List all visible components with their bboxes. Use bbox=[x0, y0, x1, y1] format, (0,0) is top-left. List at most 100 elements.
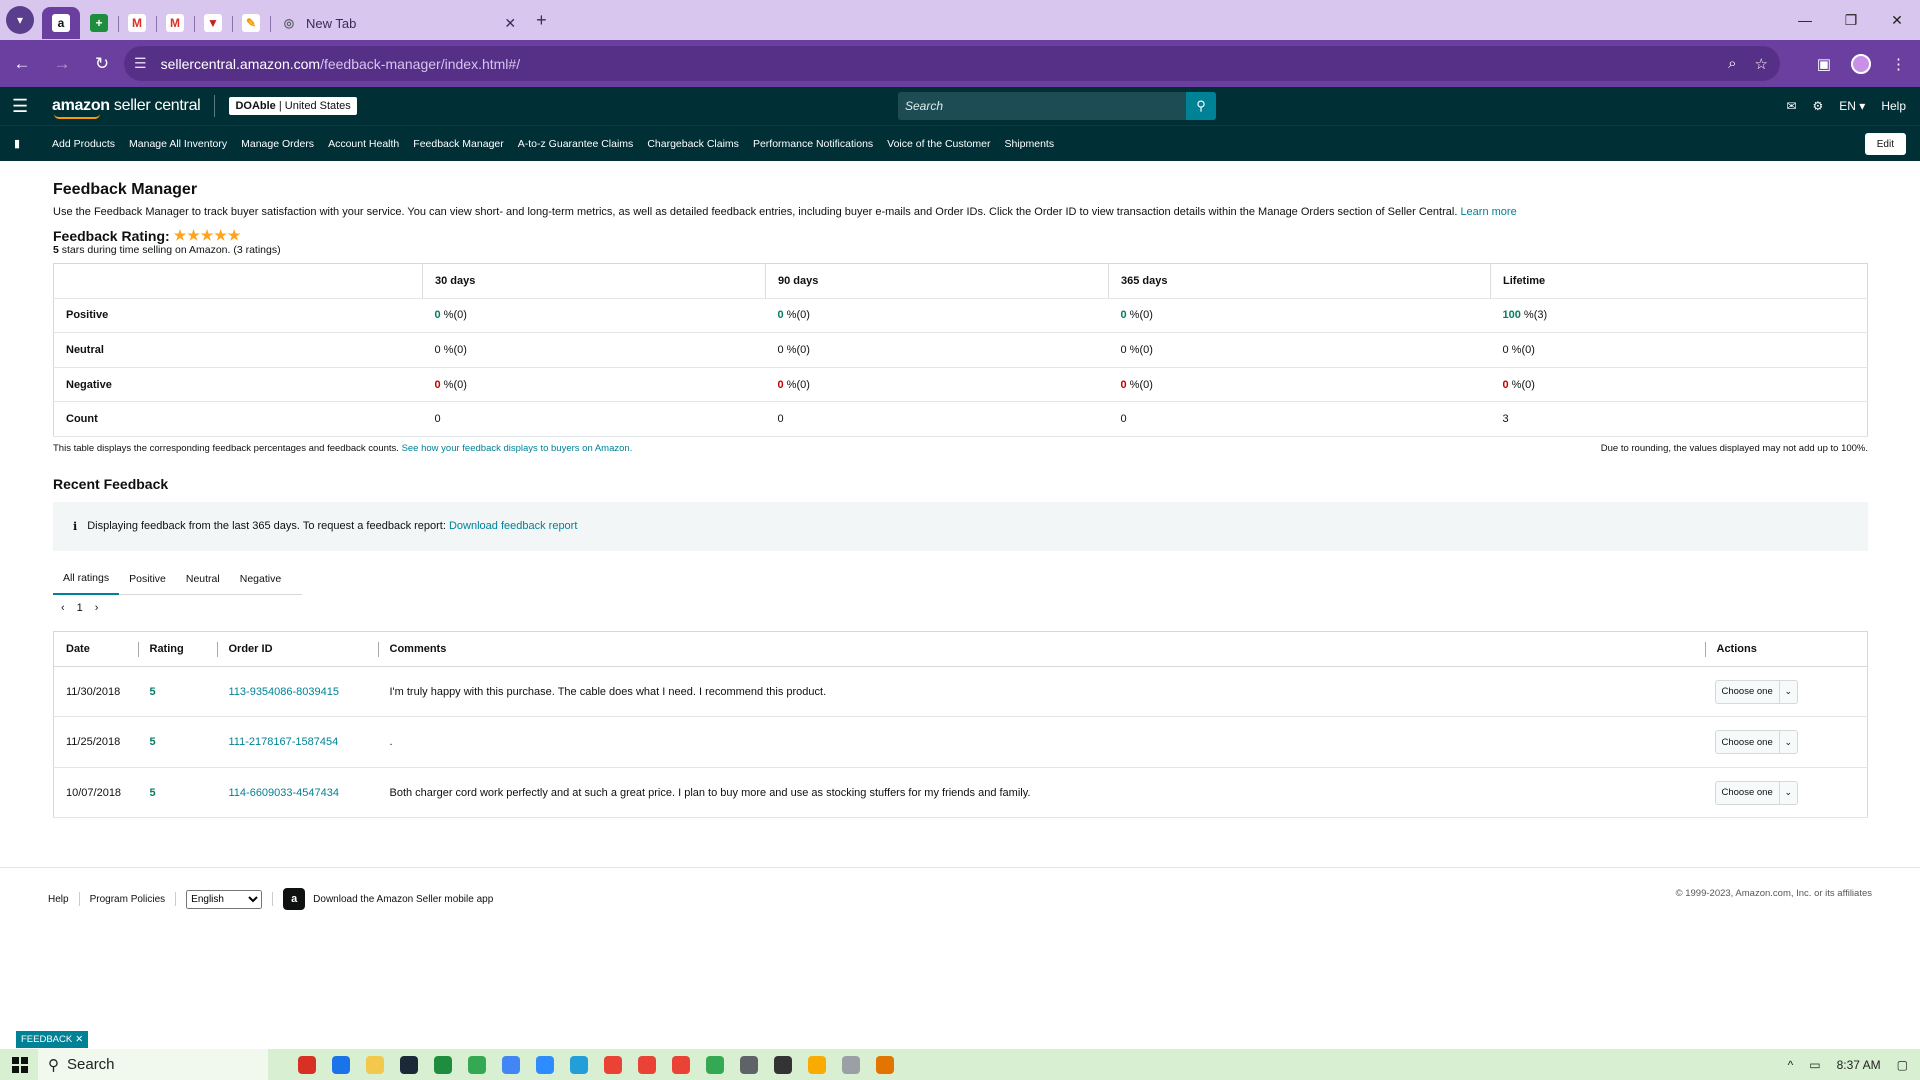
order-id-link[interactable]: 111-2178167-1587454 bbox=[229, 736, 339, 748]
tab-all-ratings[interactable]: All ratings bbox=[53, 564, 120, 595]
new-tab-button[interactable]: + bbox=[536, 10, 547, 31]
feedback-tab[interactable]: FEEDBACK ✕ bbox=[16, 1031, 89, 1048]
side-panel-icon[interactable]: ▣ bbox=[1817, 55, 1831, 73]
learn-more-link[interactable]: Learn more bbox=[1460, 206, 1516, 218]
taskbar-app-icon[interactable] bbox=[536, 1055, 554, 1074]
seller-search: ⚲ bbox=[898, 92, 1216, 120]
taskbar-app-icon[interactable] bbox=[604, 1055, 622, 1074]
buyer-display-link[interactable]: See how your feedback displays to buyers… bbox=[402, 443, 633, 454]
browser-tab[interactable]: M bbox=[118, 7, 157, 39]
taskbar-search[interactable]: ⚲ Search bbox=[38, 1049, 268, 1080]
footer-language-select[interactable]: English bbox=[186, 889, 263, 909]
close-tab-icon[interactable]: ✕ bbox=[504, 15, 516, 32]
back-icon[interactable]: ← bbox=[4, 46, 40, 82]
nav-item[interactable]: Performance Notifications bbox=[753, 138, 873, 150]
tab-neutral[interactable]: Neutral bbox=[176, 564, 230, 595]
bookmark-star-icon[interactable]: ☆ bbox=[1755, 55, 1768, 73]
taskbar-app-icon[interactable] bbox=[366, 1055, 384, 1074]
minimize-icon[interactable]: — bbox=[1782, 0, 1828, 40]
metrics-cell: 0 bbox=[1108, 401, 1491, 437]
chevron-down-icon[interactable]: ⌄ bbox=[1778, 731, 1797, 754]
chevron-down-icon[interactable]: ⌄ bbox=[1778, 680, 1797, 703]
windows-start-icon[interactable] bbox=[12, 1056, 28, 1073]
site-info-icon[interactable]: ☰ bbox=[134, 55, 147, 72]
order-id-link[interactable]: 113-9354086-8039415 bbox=[229, 686, 340, 698]
language-selector[interactable]: EN ▾ bbox=[1839, 99, 1865, 113]
tab-negative[interactable]: Negative bbox=[230, 564, 291, 595]
taskbar-app-icon[interactable] bbox=[638, 1055, 656, 1074]
browser-tab[interactable]: + bbox=[80, 7, 119, 39]
hamburger-menu-icon[interactable]: ☰ bbox=[12, 96, 36, 117]
search-icon[interactable]: ⚲ bbox=[1186, 92, 1216, 120]
taskbar-app-icon[interactable] bbox=[842, 1055, 860, 1074]
close-icon[interactable]: ✕ bbox=[75, 1034, 83, 1045]
battery-icon[interactable]: ▭ bbox=[1809, 1058, 1820, 1072]
current-page[interactable]: 1 bbox=[77, 602, 83, 614]
url-text[interactable]: sellercentral.amazon.com/feedback-manage… bbox=[161, 56, 521, 72]
metrics-column-header: 365 days bbox=[1108, 263, 1491, 299]
help-link[interactable]: Help bbox=[1881, 99, 1906, 113]
tab-positive[interactable]: Positive bbox=[119, 564, 176, 595]
clock[interactable]: 8:37 AM bbox=[1837, 1058, 1881, 1072]
taskbar-app-icon[interactable] bbox=[468, 1055, 486, 1074]
actions-dropdown[interactable]: Choose one ⌄ bbox=[1714, 780, 1798, 805]
edit-nav-button[interactable]: Edit bbox=[1864, 133, 1906, 155]
next-page-icon[interactable]: › bbox=[95, 602, 99, 614]
nav-item[interactable]: Add Products bbox=[52, 138, 115, 150]
taskbar-app-icon[interactable] bbox=[672, 1055, 690, 1074]
forward-icon[interactable]: → bbox=[44, 46, 80, 82]
account-switcher[interactable]: DOAble | United States bbox=[229, 97, 357, 115]
browser-tab[interactable]: ✎ bbox=[232, 7, 271, 39]
program-policies-link[interactable]: Program Policies bbox=[90, 894, 166, 905]
address-bar[interactable]: ☰ sellercentral.amazon.com/feedback-mana… bbox=[124, 46, 1780, 81]
nav-item[interactable]: Account Health bbox=[328, 138, 399, 150]
taskbar-app-icon[interactable] bbox=[502, 1055, 520, 1074]
header-divider bbox=[214, 95, 216, 117]
actions-dropdown[interactable]: Choose one ⌄ bbox=[1714, 730, 1798, 755]
taskbar-app-icon[interactable] bbox=[876, 1055, 894, 1074]
prev-page-icon[interactable]: ‹ bbox=[61, 602, 65, 614]
settings-gear-icon[interactable]: ⚙ bbox=[1813, 99, 1824, 113]
tab-favicon-icon: ▼ bbox=[204, 14, 222, 32]
nav-item[interactable]: Voice of the Customer bbox=[887, 138, 990, 150]
taskbar-app-icon[interactable] bbox=[400, 1055, 418, 1074]
taskbar-app-icon[interactable] bbox=[808, 1055, 826, 1074]
close-window-icon[interactable]: ✕ bbox=[1874, 0, 1920, 40]
restore-icon[interactable]: ❐ bbox=[1828, 0, 1874, 40]
nav-item[interactable]: Manage All Inventory bbox=[129, 138, 227, 150]
browser-tab[interactable]: a bbox=[42, 7, 80, 39]
nav-item[interactable]: Manage Orders bbox=[241, 138, 314, 150]
seller-app-icon[interactable]: a bbox=[283, 888, 306, 910]
seller-search-input[interactable] bbox=[898, 99, 1186, 113]
taskbar-app-icon[interactable] bbox=[774, 1055, 792, 1074]
taskbar-app-icon[interactable] bbox=[298, 1055, 316, 1074]
taskbar-app-icon[interactable] bbox=[434, 1055, 452, 1074]
profile-avatar[interactable] bbox=[1851, 53, 1871, 74]
seller-central-logo[interactable]: amazon seller central bbox=[52, 97, 201, 119]
tab-search-icon[interactable]: ▾ bbox=[6, 6, 34, 34]
bookmark-icon[interactable]: ▮ bbox=[14, 137, 52, 150]
messages-icon[interactable]: ✉ bbox=[1786, 99, 1796, 113]
nav-item[interactable]: Chargeback Claims bbox=[647, 138, 739, 150]
kebab-menu-icon[interactable]: ⋮ bbox=[1891, 55, 1906, 73]
nav-item[interactable]: Shipments bbox=[1004, 138, 1054, 150]
order-id-link[interactable]: 114-6609033-4547434 bbox=[229, 787, 340, 799]
taskbar-app-icon[interactable] bbox=[740, 1055, 758, 1074]
notification-icon[interactable]: ▢ bbox=[1897, 1058, 1908, 1072]
nav-item[interactable]: Feedback Manager bbox=[413, 138, 503, 150]
tray-chevron-icon[interactable]: ^ bbox=[1788, 1058, 1794, 1072]
actions-dropdown[interactable]: Choose one ⌄ bbox=[1714, 679, 1798, 704]
browser-tab[interactable]: M bbox=[156, 7, 195, 39]
nav-item[interactable]: A-to-z Guarantee Claims bbox=[518, 138, 634, 150]
browser-tab[interactable]: ▼ bbox=[194, 7, 233, 39]
chevron-down-icon[interactable]: ⌄ bbox=[1778, 781, 1797, 804]
taskbar-app-icon[interactable] bbox=[570, 1055, 588, 1074]
mobile-app-link[interactable]: Download the Amazon Seller mobile app bbox=[313, 894, 493, 905]
taskbar-app-icon[interactable] bbox=[332, 1055, 350, 1074]
browser-tab-new-tab[interactable]: ◎ New Tab ✕ bbox=[270, 7, 526, 39]
zoom-icon[interactable]: ⌕ bbox=[1728, 55, 1736, 72]
reload-icon[interactable]: ↻ bbox=[84, 46, 120, 82]
taskbar-app-icon[interactable] bbox=[706, 1055, 724, 1074]
footer-help-link[interactable]: Help bbox=[48, 894, 69, 905]
download-report-link[interactable]: Download feedback report bbox=[449, 520, 577, 532]
